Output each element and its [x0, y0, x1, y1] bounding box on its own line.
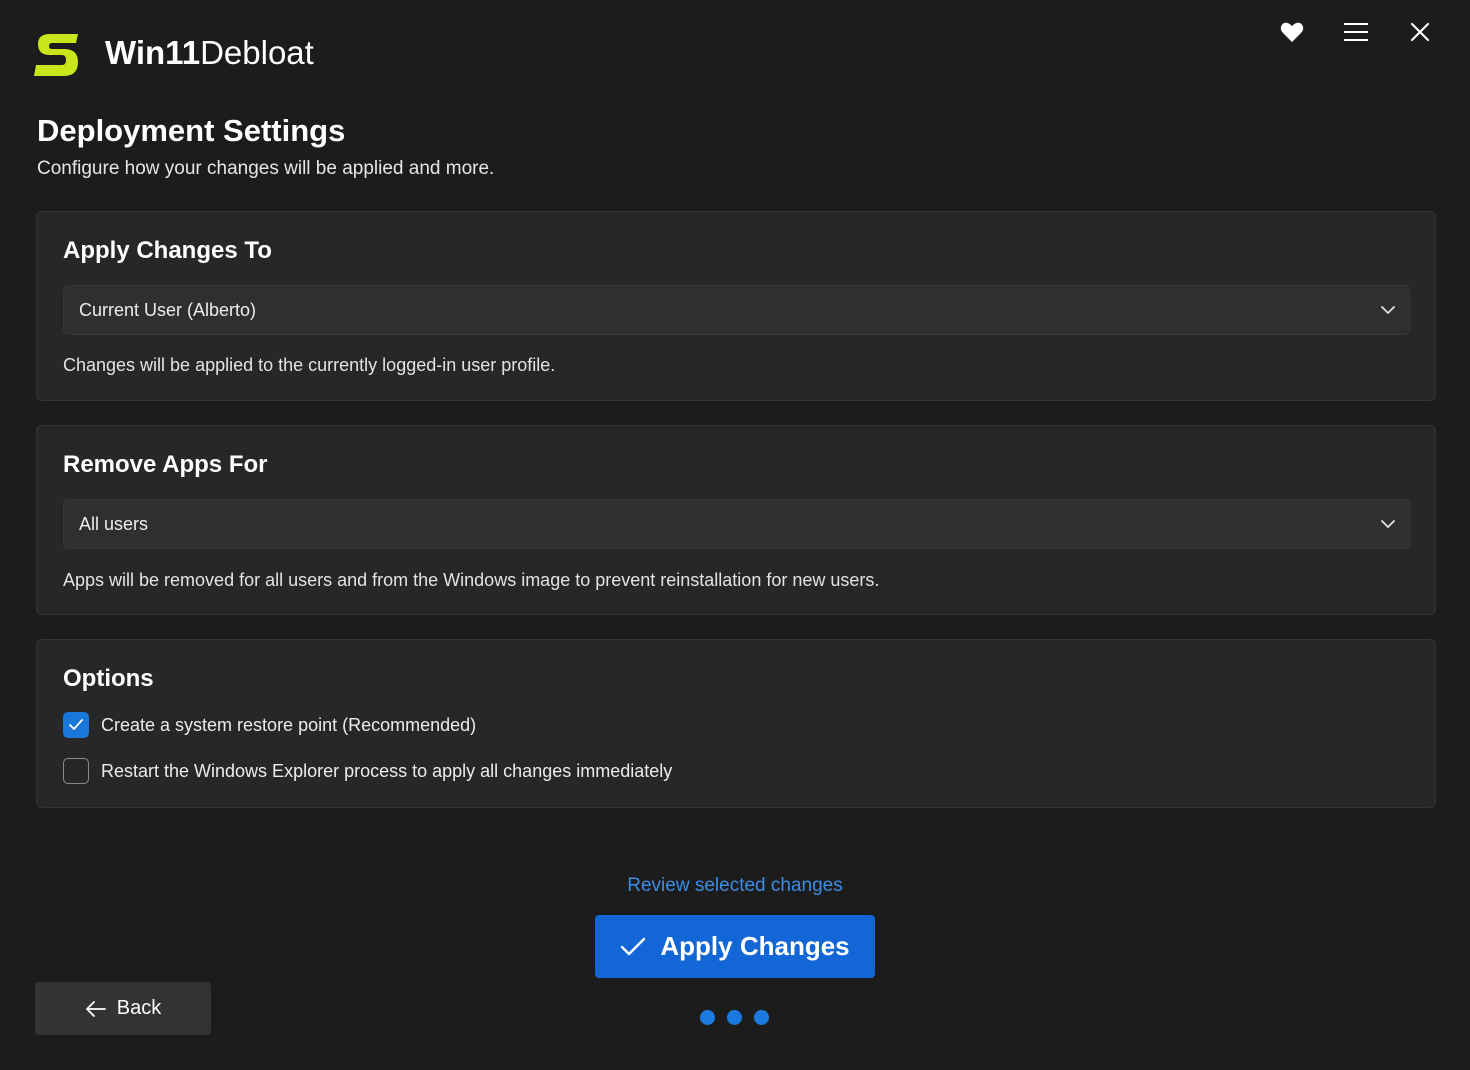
restart-explorer-checkbox[interactable]	[63, 758, 89, 784]
menu-icon	[1344, 23, 1368, 41]
remove-apps-for-select[interactable]: All users	[63, 499, 1410, 549]
close-button[interactable]	[1388, 16, 1452, 48]
app-title: Win11Debloat	[105, 33, 314, 73]
apply-changes-to-title: Apply Changes To	[63, 237, 272, 264]
restart-explorer-option[interactable]: Restart the Windows Explorer process to …	[63, 758, 672, 784]
restore-point-option[interactable]: Create a system restore point (Recommend…	[63, 712, 476, 738]
app-title-regular: Debloat	[200, 34, 314, 71]
app-window: Win11Debloat Deployment Settings Configu…	[0, 0, 1470, 1070]
close-icon	[1410, 22, 1430, 42]
checkmark-icon	[69, 719, 83, 730]
back-button[interactable]: Back	[35, 982, 211, 1035]
checkmark-icon	[621, 937, 646, 955]
remove-apps-for-description: Apps will be removed for all users and f…	[63, 570, 880, 590]
window-actions	[1260, 16, 1452, 48]
apply-changes-to-card: Apply Changes To Current User (Alberto) …	[36, 211, 1436, 401]
win11debloat-logo	[34, 34, 78, 76]
arrow-left-icon	[85, 1000, 106, 1017]
apply-changes-to-value: Current User (Alberto)	[79, 299, 257, 320]
review-selected-changes-link[interactable]: Review selected changes	[0, 875, 1470, 897]
remove-apps-for-value: All users	[79, 513, 149, 534]
restore-point-checkbox[interactable]	[63, 712, 89, 738]
page-dot	[727, 1010, 742, 1025]
menu-button[interactable]	[1324, 16, 1388, 48]
chevron-down-icon	[1381, 306, 1395, 314]
restore-point-label: Create a system restore point (Recommend…	[101, 714, 477, 735]
page-title: Deployment Settings	[37, 113, 346, 148]
page-dot	[754, 1010, 769, 1025]
restart-explorer-label: Restart the Windows Explorer process to …	[101, 760, 673, 781]
apply-changes-to-select[interactable]: Current User (Alberto)	[63, 285, 1410, 335]
chevron-down-icon	[1381, 520, 1395, 528]
heart-icon	[1280, 22, 1304, 42]
remove-apps-for-card: Remove Apps For All users Apps will be r…	[36, 425, 1436, 615]
apply-changes-button[interactable]: Apply Changes	[595, 915, 875, 978]
app-title-bold: Win11	[105, 34, 201, 71]
page-subtitle: Configure how your changes will be appli…	[37, 158, 495, 179]
page-indicator	[700, 1010, 769, 1025]
apply-changes-to-description: Changes will be applied to the currently…	[63, 355, 556, 375]
apply-changes-label: Apply Changes	[660, 931, 850, 961]
options-card: Options Create a system restore point (R…	[36, 639, 1436, 808]
options-title: Options	[63, 665, 154, 692]
support-button[interactable]	[1260, 16, 1324, 48]
remove-apps-for-title: Remove Apps For	[63, 451, 268, 478]
page-dot	[700, 1010, 715, 1025]
back-label: Back	[116, 997, 162, 1019]
